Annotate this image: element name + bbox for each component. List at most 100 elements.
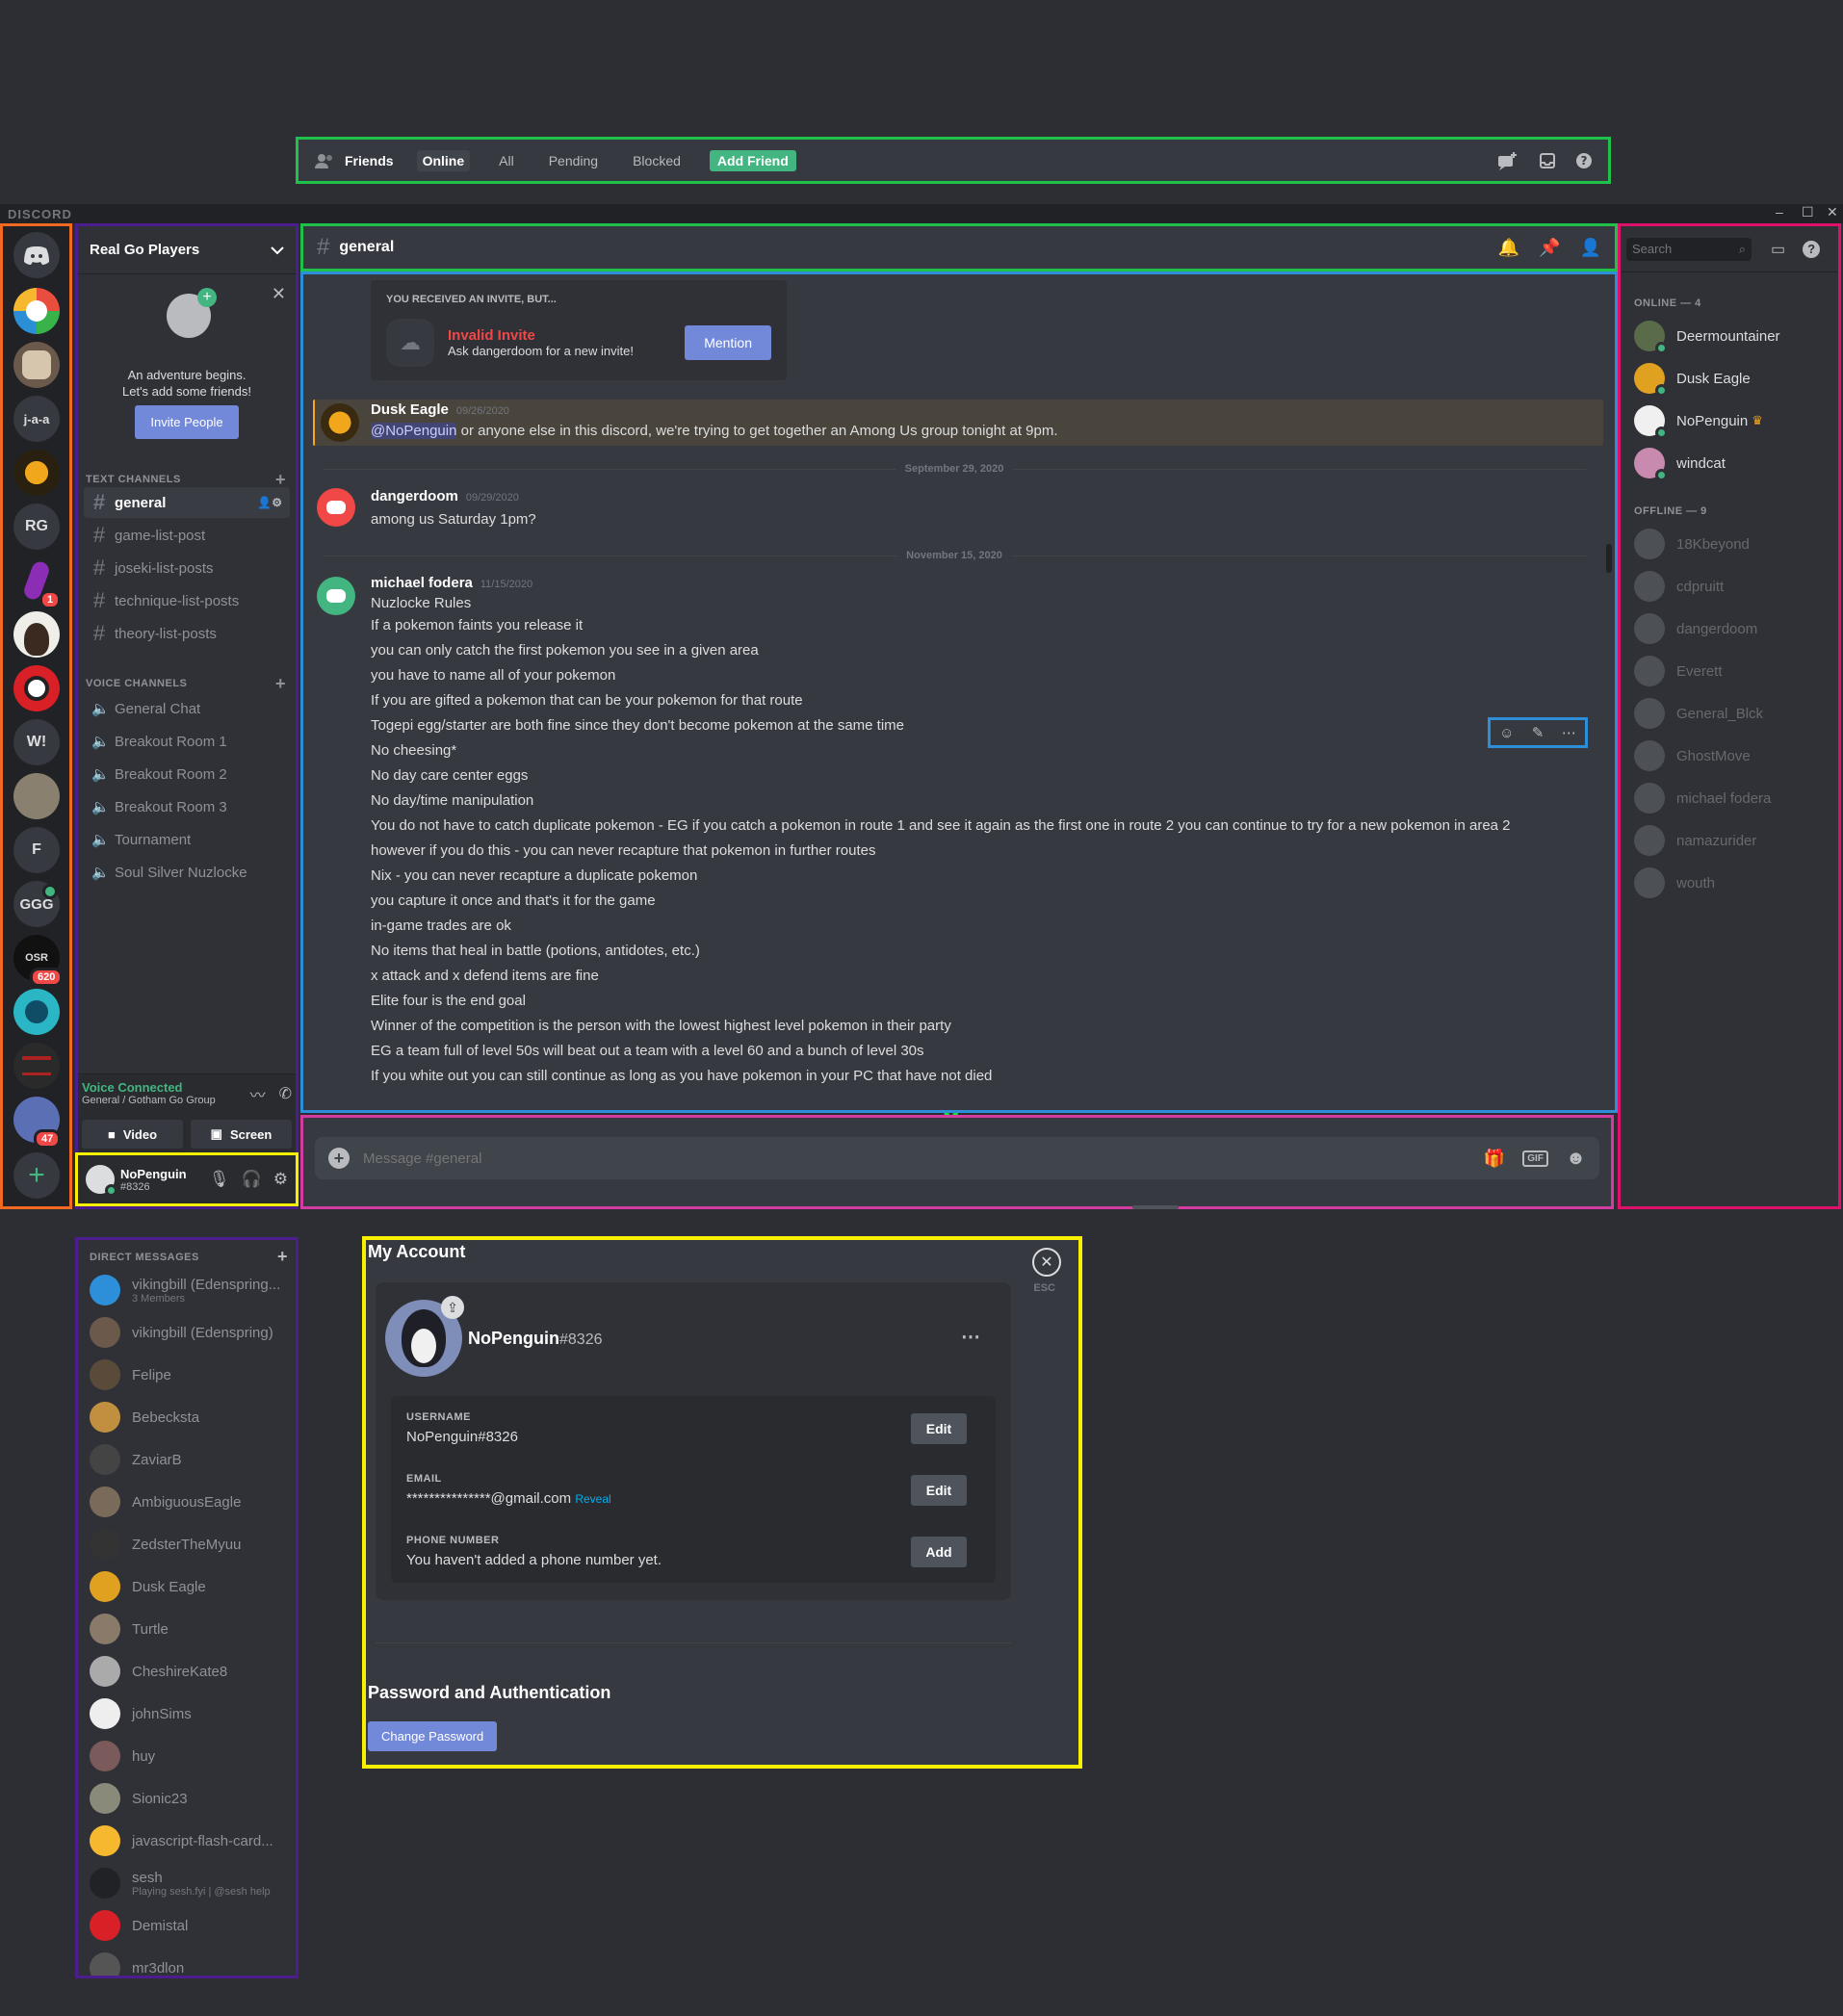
dm-item[interactable]: CheshireKate8 — [90, 1656, 227, 1687]
member-item[interactable]: windcat — [1634, 448, 1726, 481]
member-item[interactable]: General_Blck — [1634, 698, 1763, 729]
minimize-button[interactable]: – — [1776, 204, 1783, 220]
search-input[interactable]: Search ⌕ — [1626, 237, 1752, 261]
close-icon[interactable]: ✕ — [272, 284, 286, 304]
voice-channel-general-chat[interactable]: 🔈 General Chat — [84, 693, 290, 724]
scrollbar[interactable] — [1606, 544, 1612, 573]
inbox-icon[interactable]: ▭ — [1771, 240, 1785, 259]
member-item[interactable]: michael fodera — [1634, 783, 1771, 814]
voice-channel-tournament[interactable]: 🔈 Tournament — [84, 824, 290, 855]
voice-connected-subtitle[interactable]: General / Gotham Go Group — [82, 1095, 216, 1106]
disconnect-icon[interactable]: ✆ — [279, 1084, 292, 1103]
new-dm-icon[interactable]: + — [277, 1248, 288, 1265]
upload-avatar-icon[interactable]: ⇪ — [441, 1296, 464, 1319]
gear-icon[interactable]: ⚙ — [273, 1170, 288, 1189]
more-icon[interactable]: ⋯ — [1562, 724, 1576, 741]
dm-item[interactable]: huy — [90, 1741, 155, 1771]
voice-channels-category[interactable]: VOICE CHANNELS + — [78, 675, 296, 692]
member-item[interactable]: Deermountainer — [1634, 321, 1780, 354]
message-input[interactable] — [363, 1150, 1484, 1167]
user-mention[interactable]: @NoPenguin — [371, 423, 457, 439]
screen-share-button[interactable]: ▣ Screen — [191, 1120, 292, 1149]
voice-channel-breakout-3[interactable]: 🔈 Breakout Room 3 — [84, 791, 290, 822]
dm-item[interactable]: sesh Playing sesh.fyi | @sesh help — [90, 1868, 271, 1899]
dm-item[interactable]: Sionic23 — [90, 1783, 188, 1814]
resize-handle[interactable] — [1132, 1205, 1179, 1209]
server-photo-icon[interactable] — [13, 773, 60, 819]
tab-all[interactable]: All — [493, 150, 520, 171]
headphones-icon[interactable]: 🎧 — [242, 1170, 262, 1189]
tab-online[interactable]: Online — [416, 149, 471, 171]
avatar[interactable] — [321, 403, 359, 442]
server-badge-icon[interactable] — [13, 450, 60, 496]
avatar[interactable] — [317, 577, 355, 615]
text-channels-category[interactable]: TEXT CHANNELS + — [78, 471, 296, 488]
member-item[interactable]: GhostMove — [1634, 740, 1751, 771]
change-password-button[interactable]: Change Password — [368, 1721, 498, 1751]
tab-pending[interactable]: Pending — [543, 150, 604, 171]
dm-item[interactable]: vikingbill (Edenspring... 3 Members — [90, 1275, 280, 1305]
new-group-dm-icon[interactable] — [1496, 151, 1518, 170]
member-item[interactable]: dangerdoom — [1634, 613, 1757, 644]
dm-item[interactable]: Dusk Eagle — [90, 1571, 206, 1602]
inbox-icon[interactable] — [1539, 152, 1556, 169]
add-server-button[interactable]: + — [13, 1152, 60, 1199]
channel-theory-list-posts[interactable]: # theory-list-posts — [84, 618, 290, 649]
add-friend-button[interactable]: Add Friend — [709, 149, 796, 171]
dm-item[interactable]: Turtle — [90, 1614, 169, 1644]
channel-game-list-post[interactable]: # game-list-post — [84, 520, 290, 551]
gif-button[interactable]: GIF — [1522, 1150, 1548, 1167]
close-window-button[interactable]: ✕ — [1827, 204, 1838, 220]
dm-item[interactable]: Bebecksta — [90, 1402, 199, 1433]
dm-item[interactable]: mr3dlon — [90, 1952, 184, 1976]
edit-email-button[interactable]: Edit — [911, 1475, 967, 1506]
gift-icon[interactable]: 🎁 — [1484, 1149, 1505, 1169]
tab-blocked[interactable]: Blocked — [627, 150, 687, 171]
voice-channel-soul-silver[interactable]: 🔈 Soul Silver Nuzlocke — [84, 857, 290, 888]
help-icon[interactable]: ? — [1575, 152, 1593, 169]
edit-icon[interactable]: ✎ — [1532, 724, 1544, 741]
server-pokeball-icon[interactable] — [13, 665, 60, 711]
reveal-link[interactable]: Reveal — [575, 1492, 610, 1506]
more-icon[interactable]: ⋯ — [961, 1325, 980, 1349]
member-item[interactable]: 18Kbeyond — [1634, 529, 1750, 559]
invite-people-button[interactable]: Invite People — [135, 405, 239, 439]
member-item[interactable]: namazurider — [1634, 825, 1756, 856]
member-item[interactable]: NoPenguin ♛ — [1634, 405, 1763, 439]
help-icon[interactable]: ? — [1803, 240, 1821, 258]
emoji-icon[interactable]: ☻ — [1566, 1148, 1586, 1170]
server-f[interactable]: F — [13, 827, 60, 873]
member-item[interactable]: Dusk Eagle — [1634, 363, 1751, 397]
upload-plus-icon[interactable]: + — [328, 1148, 350, 1169]
server-shrine-icon[interactable] — [13, 1043, 60, 1089]
channel-joseki-list-posts[interactable]: # joseki-list-posts — [84, 553, 290, 583]
dm-item[interactable]: Demistal — [90, 1910, 188, 1941]
dm-item[interactable]: Felipe — [90, 1359, 171, 1390]
dm-item[interactable]: vikingbill (Edenspring) — [90, 1317, 273, 1348]
server-rg[interactable]: RG — [13, 504, 60, 550]
message-author[interactable]: Dusk Eagle — [371, 401, 449, 418]
home-discord-icon[interactable] — [13, 232, 60, 278]
video-button[interactable]: ■ Video — [82, 1120, 183, 1149]
server-w[interactable]: W! — [13, 719, 60, 765]
message-author[interactable]: dangerdoom — [371, 488, 458, 504]
guild-header[interactable]: Real Go Players — [78, 226, 296, 274]
member-item[interactable]: wouth — [1634, 867, 1715, 898]
dm-item[interactable]: AmbiguousEagle — [90, 1486, 241, 1517]
dm-item[interactable]: ZedsterTheMyuu — [90, 1529, 241, 1560]
channel-general[interactable]: # general 👤⚙ — [84, 487, 290, 518]
member-item[interactable]: Everett — [1634, 656, 1723, 686]
avatar[interactable] — [86, 1165, 117, 1197]
member-item[interactable]: cdpruitt — [1634, 571, 1724, 602]
edit-username-button[interactable]: Edit — [911, 1413, 967, 1444]
avatar[interactable] — [317, 488, 355, 527]
add-phone-button[interactable]: Add — [911, 1537, 967, 1567]
noise-suppression-icon[interactable]: 〰 — [250, 1082, 266, 1105]
close-settings-button[interactable]: ✕ — [1032, 1248, 1061, 1277]
pin-icon[interactable]: 📌 — [1539, 238, 1560, 258]
channel-technique-list-posts[interactable]: # technique-list-posts — [84, 585, 290, 616]
invite-settings-icon[interactable]: 👤⚙ — [257, 496, 282, 509]
microphone-icon[interactable]: 🎙 — [209, 1170, 230, 1189]
server-teal-icon[interactable] — [13, 989, 60, 1035]
server-portrait-icon[interactable] — [13, 611, 60, 658]
